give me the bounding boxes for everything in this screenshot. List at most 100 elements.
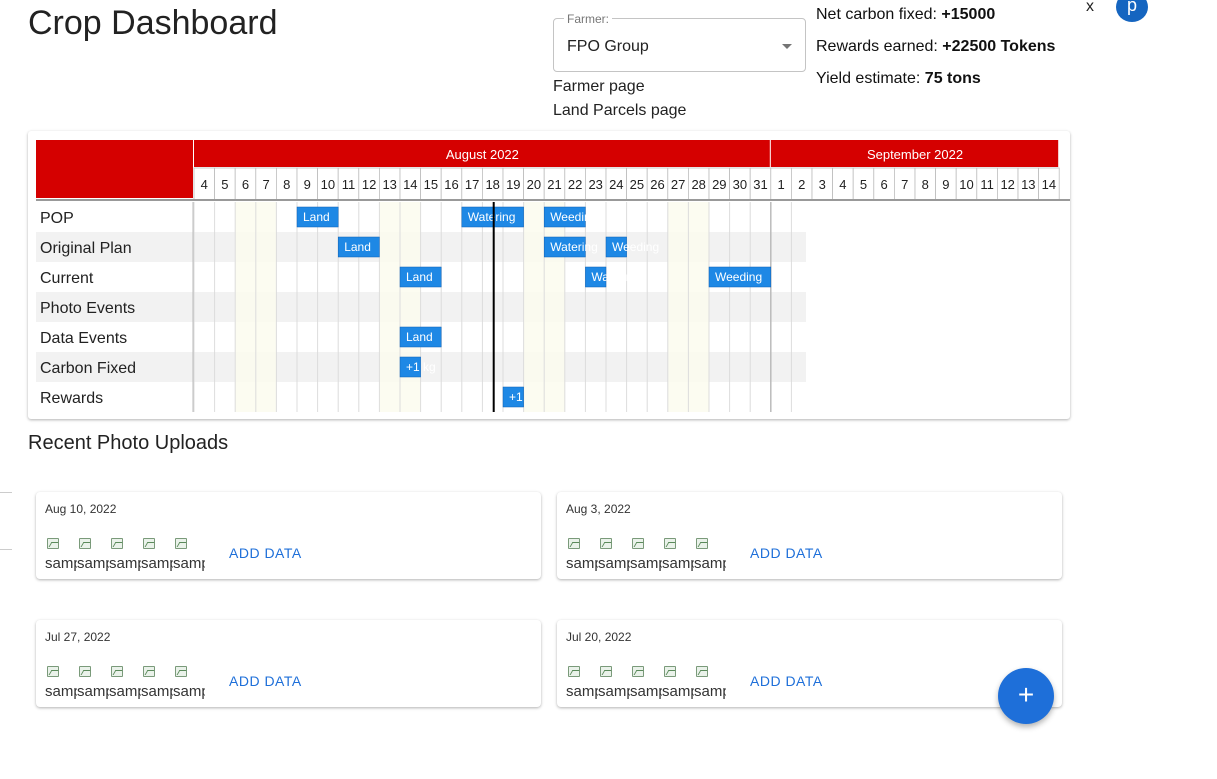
day-number: 30 <box>733 177 747 192</box>
day-number: 13 <box>1021 177 1035 192</box>
net-carbon-value: +15000 <box>941 6 996 23</box>
day-number: 6 <box>880 177 887 192</box>
photo-thumbnail[interactable]: sample <box>109 536 141 572</box>
photo-alt-text: sample <box>566 683 598 700</box>
day-number: 21 <box>547 177 561 192</box>
timeline-row-label: Carbon Fixed <box>40 360 136 377</box>
photo-alt-text: sample <box>173 555 205 572</box>
photo-thumbnail[interactable]: sample <box>109 664 141 700</box>
photo-thumbnail[interactable]: sample <box>598 664 630 700</box>
photo-alt-text: sample <box>109 555 141 572</box>
photo-thumbnail[interactable]: sample <box>45 536 77 572</box>
add-data-button[interactable]: ADD DATA <box>229 673 302 689</box>
timeline-header-corner <box>36 140 193 198</box>
upload-card: Jul 27, 2022samplesamplesamplesamplesamp… <box>36 620 541 707</box>
farmer-select[interactable]: Farmer: FPO Group <box>553 12 806 72</box>
day-number: 11 <box>342 177 356 192</box>
timeline-row-label: Data Events <box>40 330 127 347</box>
photo-thumbnail[interactable]: sample <box>173 664 205 700</box>
recent-uploads-title: Recent Photo Uploads <box>28 432 229 454</box>
day-number: 22 <box>568 177 582 192</box>
day-number: 2 <box>798 177 805 192</box>
photo-thumbnail[interactable]: sample <box>694 536 726 572</box>
yield-label: Yield estimate: <box>816 70 921 87</box>
event-label: Watering <box>591 270 639 284</box>
event-label: Land <box>344 240 371 254</box>
photo-thumbnail[interactable]: sample <box>662 536 694 572</box>
day-number: 26 <box>650 177 664 192</box>
photo-thumbnail[interactable]: sample <box>173 536 205 572</box>
photo-thumbnails: samplesamplesamplesamplesample <box>45 536 205 574</box>
photo-thumbnail[interactable]: sample <box>141 536 173 572</box>
photo-alt-text: sample <box>109 683 141 700</box>
land-parcels-page-link[interactable]: Land Parcels page <box>553 102 686 120</box>
photo-thumbnail[interactable]: sample <box>630 536 662 572</box>
photo-thumbnail[interactable]: sample <box>77 536 109 572</box>
timeline-row-label: Current <box>40 270 94 287</box>
upload-date: Aug 10, 2022 <box>45 502 117 516</box>
photo-alt-text: sample <box>45 555 77 572</box>
month-label: August 2022 <box>446 147 519 162</box>
photo-thumbnail[interactable]: sample <box>630 664 662 700</box>
day-number: 3 <box>819 177 826 192</box>
event-label: +1 kg <box>406 360 436 374</box>
broken-image-icon <box>632 666 644 677</box>
day-number: 12 <box>362 177 376 192</box>
day-number: 25 <box>630 177 644 192</box>
day-number: 18 <box>485 177 499 192</box>
farmer-page-link[interactable]: Farmer page <box>553 78 645 96</box>
day-number: 15 <box>424 177 438 192</box>
photo-thumbnail[interactable]: sample <box>77 664 109 700</box>
photo-alt-text: sample <box>662 683 694 700</box>
yield-value: 75 tons <box>924 70 981 87</box>
month-label: September 2022 <box>867 147 963 162</box>
broken-image-icon <box>696 666 708 677</box>
photo-alt-text: sample <box>630 683 662 700</box>
upload-date: Jul 27, 2022 <box>45 630 111 644</box>
broken-image-icon <box>175 666 187 677</box>
upload-card: Aug 3, 2022samplesamplesamplesamplesampl… <box>557 492 1062 579</box>
photo-thumbnail[interactable]: sample <box>566 536 598 572</box>
close-button[interactable]: x <box>1086 0 1094 16</box>
broken-image-icon <box>47 538 59 549</box>
day-number: 16 <box>444 177 458 192</box>
upload-card: Jul 20, 2022samplesamplesamplesamplesamp… <box>557 620 1062 707</box>
photo-alt-text: sample <box>566 555 598 572</box>
add-fab-button[interactable]: + <box>998 668 1054 724</box>
farmer-select-value: FPO Group <box>567 38 649 55</box>
broken-image-icon <box>696 538 708 549</box>
photo-thumbnail[interactable]: sample <box>566 664 598 700</box>
event-label: Weeding <box>550 210 597 224</box>
day-number: 20 <box>527 177 541 192</box>
photo-alt-text: sample <box>173 683 205 700</box>
photo-thumbnail[interactable]: sample <box>662 664 694 700</box>
day-number: 28 <box>691 177 705 192</box>
avatar[interactable]: p <box>1116 0 1148 22</box>
broken-image-icon <box>143 666 155 677</box>
broken-image-icon <box>664 666 676 677</box>
photo-thumbnails: samplesamplesamplesamplesample <box>566 664 726 702</box>
add-data-button[interactable]: ADD DATA <box>229 545 302 561</box>
photo-alt-text: sample <box>141 683 173 700</box>
add-data-button[interactable]: ADD DATA <box>750 545 823 561</box>
day-number: 17 <box>465 177 479 192</box>
photo-alt-text: sample <box>630 555 662 572</box>
event-label: Land <box>406 270 433 284</box>
photo-alt-text: sample <box>694 555 726 572</box>
day-number: 4 <box>201 177 208 192</box>
broken-image-icon <box>568 666 580 677</box>
photo-thumbnail[interactable]: sample <box>141 664 173 700</box>
farmer-select-label: Farmer: <box>564 12 612 26</box>
broken-image-icon <box>47 666 59 677</box>
photo-thumbnails: samplesamplesamplesamplesample <box>45 664 205 702</box>
broken-image-icon <box>143 538 155 549</box>
photo-thumbnail[interactable]: sample <box>694 664 726 700</box>
day-number: 4 <box>839 177 846 192</box>
rewards-value: +22500 Tokens <box>942 38 1056 55</box>
photo-thumbnail[interactable]: sample <box>45 664 77 700</box>
add-data-button[interactable]: ADD DATA <box>750 673 823 689</box>
day-number: 5 <box>860 177 867 192</box>
photo-thumbnail[interactable]: sample <box>598 536 630 572</box>
day-number: 8 <box>922 177 929 192</box>
day-number: 23 <box>588 177 602 192</box>
